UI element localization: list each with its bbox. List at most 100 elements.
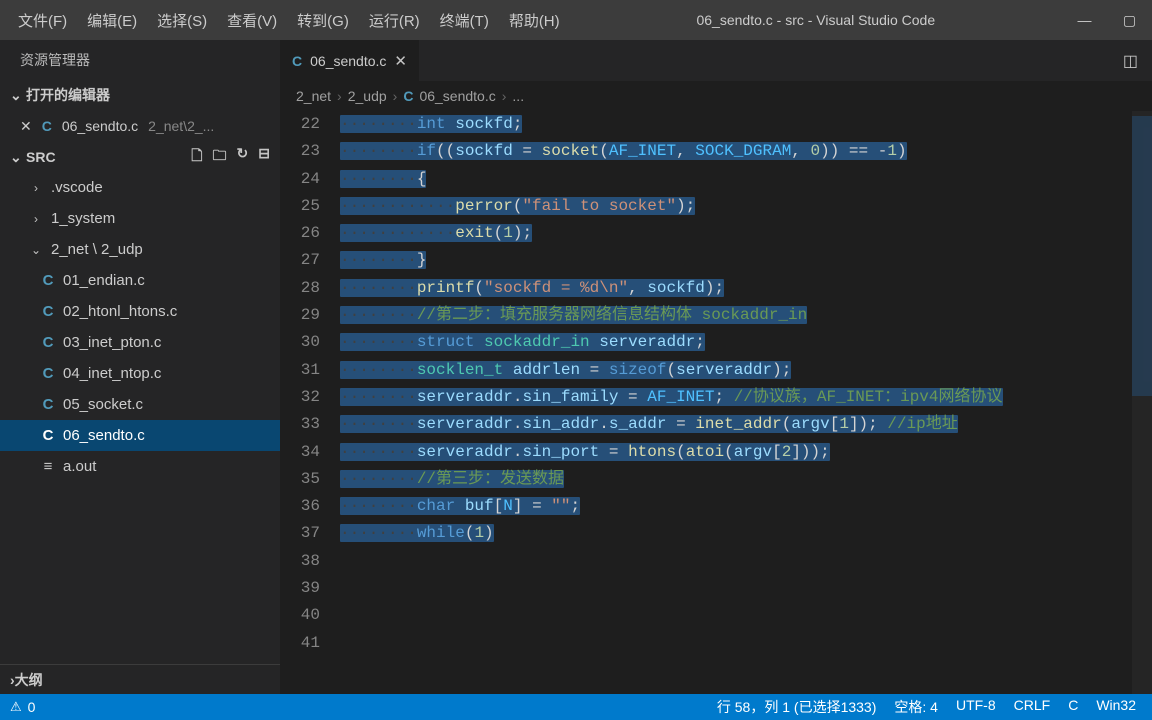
menu-item[interactable]: 终端(T) bbox=[430, 0, 499, 40]
status-cursor[interactable]: 行 58，列 1 (已选择1333) bbox=[717, 697, 877, 717]
file-label: 03_inet_pton.c bbox=[63, 334, 161, 351]
warning-icon[interactable]: ⚠ bbox=[10, 699, 22, 715]
c-file-icon: C bbox=[40, 334, 56, 351]
breadcrumb[interactable]: 2_net › 2_udp › C 06_sendto.c › ... bbox=[280, 81, 1152, 111]
chevron-right-icon: › bbox=[28, 181, 44, 195]
file-04-inet-ntop[interactable]: C04_inet_ntop.c bbox=[0, 358, 280, 389]
chevron-down-icon: ⌄ bbox=[28, 243, 44, 257]
collapse-icon[interactable]: ⊟ bbox=[258, 145, 270, 169]
menu-item[interactable]: 选择(S) bbox=[147, 0, 217, 40]
status-left: ⚠ 0 bbox=[0, 699, 35, 715]
file-label: 06_sendto.c bbox=[63, 427, 145, 444]
file-05-socket[interactable]: C05_socket.c bbox=[0, 389, 280, 420]
status-problems[interactable]: 0 bbox=[28, 699, 36, 715]
chevron-right-icon: › bbox=[393, 88, 398, 104]
file-a-out[interactable]: ≡ a.out bbox=[0, 451, 280, 482]
code-line[interactable]: ········int sockfd; bbox=[340, 111, 1152, 138]
file-03-inet-pton[interactable]: C 03_inet_pton.c bbox=[0, 327, 280, 358]
breadcrumb-item[interactable]: 2_net bbox=[296, 88, 331, 104]
explorer-actions: 🗋 🗀 ↻ ⊟ bbox=[191, 145, 280, 169]
c-file-icon: C bbox=[40, 427, 56, 444]
code-line[interactable]: ········if((sockfd = socket(AF_INET, SOC… bbox=[340, 138, 1152, 165]
status-spaces[interactable]: 空格: 4 bbox=[894, 697, 938, 717]
file-label: 01_endian.c bbox=[63, 272, 145, 289]
titlebar: 文件(F)编辑(E)选择(S)查看(V)转到(G)运行(R)终端(T)帮助(H)… bbox=[0, 0, 1152, 40]
code-line[interactable]: ········{ bbox=[340, 166, 1152, 193]
chevron-right-icon: › bbox=[337, 88, 342, 104]
minimap[interactable] bbox=[1132, 111, 1152, 694]
status-eol[interactable]: CRLF bbox=[1014, 697, 1051, 717]
menu-bar: 文件(F)编辑(E)选择(S)查看(V)转到(G)运行(R)终端(T)帮助(H) bbox=[0, 0, 570, 40]
file-06-sendto[interactable]: C 06_sendto.c bbox=[0, 420, 280, 451]
folder-vscode[interactable]: › .vscode bbox=[0, 172, 280, 203]
outline-header[interactable]: › 大纲 bbox=[0, 664, 280, 694]
status-language[interactable]: C bbox=[1068, 697, 1078, 717]
status-encoding[interactable]: UTF-8 bbox=[956, 697, 996, 717]
breadcrumb-item[interactable]: 06_sendto.c bbox=[419, 88, 495, 104]
breadcrumb-item[interactable]: ... bbox=[512, 88, 524, 104]
code-line[interactable]: ········serveraddr.sin_addr.s_addr = ine… bbox=[340, 411, 1152, 438]
open-editors-label: 打开的编辑器 bbox=[26, 85, 110, 105]
window-controls: — ▢ bbox=[1062, 0, 1152, 40]
open-editors-header[interactable]: ⌄ 打开的编辑器 bbox=[0, 80, 280, 110]
new-folder-icon[interactable]: 🗀 bbox=[213, 145, 227, 169]
code-line[interactable]: ········//第二步：填充服务器网络信息结构体 sockaddr_in bbox=[340, 302, 1152, 329]
binary-file-icon: ≡ bbox=[40, 458, 56, 475]
c-file-icon: C bbox=[292, 53, 302, 69]
outline-label: 大纲 bbox=[15, 670, 43, 690]
file-label: 04_inet_ntop.c bbox=[63, 365, 161, 382]
sidebar: 资源管理器 ⌄ 打开的编辑器 ✕ C 06_sendto.c 2_net\2_.… bbox=[0, 40, 280, 694]
maximize-button[interactable]: ▢ bbox=[1107, 0, 1152, 40]
open-file-path: 2_net\2_... bbox=[148, 118, 214, 134]
menu-item[interactable]: 转到(G) bbox=[287, 0, 359, 40]
open-file-name: 06_sendto.c bbox=[62, 118, 138, 134]
file-label: 05_socket.c bbox=[63, 396, 143, 413]
code-lines[interactable]: ········int sockfd;········if((sockfd = … bbox=[340, 111, 1152, 694]
file-01-endian[interactable]: C01_endian.c bbox=[0, 265, 280, 296]
folder-label: .vscode bbox=[51, 179, 103, 196]
code-line[interactable]: ········serveraddr.sin_family = AF_INET;… bbox=[340, 384, 1152, 411]
tab-06-sendto[interactable]: C 06_sendto.c ✕ bbox=[280, 40, 420, 81]
menu-item[interactable]: 查看(V) bbox=[217, 0, 287, 40]
c-file-icon: C bbox=[42, 118, 52, 134]
folder-1-system[interactable]: ›1_system bbox=[0, 203, 280, 234]
refresh-icon[interactable]: ↻ bbox=[237, 145, 249, 169]
code-line[interactable]: ········socklen_t addrlen = sizeof(serve… bbox=[340, 357, 1152, 384]
src-header[interactable]: ⌄ SRC 🗋 🗀 ↻ ⊟ bbox=[0, 142, 280, 172]
close-tab-icon[interactable]: ✕ bbox=[394, 52, 407, 70]
code-line[interactable]: ········//第三步：发送数据 bbox=[340, 466, 1152, 493]
code-line[interactable]: ········while(1) bbox=[340, 520, 1152, 547]
code-line[interactable]: ········} bbox=[340, 247, 1152, 274]
split-editor-icon[interactable]: ◫ bbox=[1109, 40, 1152, 81]
code-line[interactable]: ········printf("sockfd = %d\n", sockfd); bbox=[340, 275, 1152, 302]
file-label: a.out bbox=[63, 458, 96, 475]
code-editor[interactable]: 2223242526272829303132333435363738394041… bbox=[280, 111, 1152, 694]
file-label: 02_htonl_htons.c bbox=[63, 303, 177, 320]
tab-label: 06_sendto.c bbox=[310, 53, 386, 69]
chevron-down-icon: ⌄ bbox=[10, 149, 26, 166]
editor-tabs: C 06_sendto.c ✕ ◫ bbox=[280, 40, 1152, 81]
chevron-right-icon: › bbox=[502, 88, 507, 104]
menu-item[interactable]: 运行(R) bbox=[359, 0, 430, 40]
minimap-highlight bbox=[1132, 116, 1152, 396]
new-file-icon[interactable]: 🗋 bbox=[191, 145, 202, 169]
file-tree: ›.vscode ›1_system ⌄2_net \ 2_udp C01_en… bbox=[0, 172, 280, 664]
status-bar: ⚠ 0 行 58，列 1 (已选择1333) 空格: 4 UTF-8 CRLF … bbox=[0, 694, 1152, 720]
file-02-htonl[interactable]: C 02_htonl_htons.c bbox=[0, 296, 280, 327]
open-editor-item[interactable]: ✕ C 06_sendto.c 2_net\2_... bbox=[0, 110, 280, 142]
close-icon[interactable]: ✕ bbox=[20, 118, 32, 135]
menu-item[interactable]: 帮助(H) bbox=[499, 0, 570, 40]
code-line[interactable]: ············perror("fail to socket"); bbox=[340, 193, 1152, 220]
minimize-button[interactable]: — bbox=[1062, 0, 1107, 40]
main-area: 资源管理器 ⌄ 打开的编辑器 ✕ C 06_sendto.c 2_net\2_.… bbox=[0, 40, 1152, 694]
code-line[interactable]: ········struct sockaddr_in serveraddr; bbox=[340, 329, 1152, 356]
menu-item[interactable]: 编辑(E) bbox=[77, 0, 147, 40]
c-file-icon: C bbox=[40, 303, 56, 320]
menu-item[interactable]: 文件(F) bbox=[8, 0, 77, 40]
status-os[interactable]: Win32 bbox=[1096, 697, 1136, 717]
code-line[interactable]: ········serveraddr.sin_port = htons(atoi… bbox=[340, 439, 1152, 466]
breadcrumb-item[interactable]: 2_udp bbox=[348, 88, 387, 104]
code-line[interactable]: ········char buf[N] = ""; bbox=[340, 493, 1152, 520]
code-line[interactable]: ············exit(1); bbox=[340, 220, 1152, 247]
folder-2-net[interactable]: ⌄2_net \ 2_udp bbox=[0, 234, 280, 265]
